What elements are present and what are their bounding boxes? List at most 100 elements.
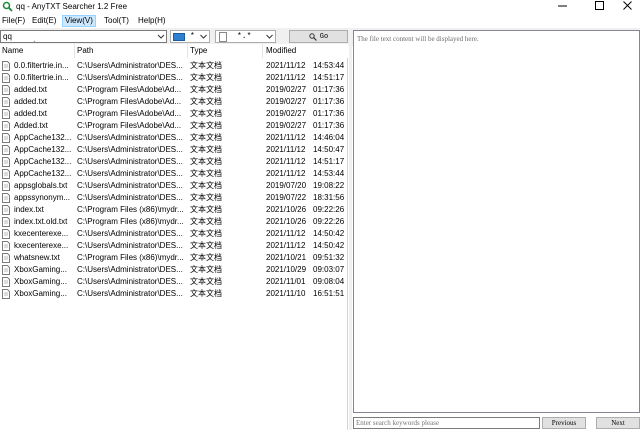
pane-splitter[interactable] <box>349 28 352 430</box>
cell-modified-time: 16:51:51 <box>313 289 345 298</box>
chevron-down-icon <box>266 33 273 40</box>
keyword-search-field[interactable] <box>353 417 540 429</box>
cell-name: 0.0.filtertrie.in... <box>14 73 69 82</box>
cell-type: 文本文档 <box>190 61 222 70</box>
drive-select[interactable]: * <box>170 30 210 43</box>
drive-select-value: * <box>190 32 195 41</box>
cell-path: C:\Program Files (x86)\mydr... <box>77 217 184 226</box>
column-divider[interactable] <box>187 44 188 58</box>
cell-type: 文本文档 <box>190 229 222 238</box>
cell-name: 0.0.filtertrie.in... <box>14 61 69 70</box>
menu-file[interactable]: File(F) <box>0 15 27 27</box>
column-divider[interactable] <box>262 44 263 58</box>
menu-help[interactable]: Help(H) <box>136 15 168 27</box>
table-row[interactable]: added.txt C:\Program Files\Adobe\Ad... 文本文… <box>0 108 348 120</box>
list-header: Name ^ Path Type Modified <box>0 41 348 58</box>
cell-modified-date: 2021/10/26 <box>266 205 307 214</box>
file-content-preview[interactable]: The file text content will be displayed … <box>353 30 640 413</box>
cell-type: 文本文档 <box>190 193 222 202</box>
cell-type: 文本文档 <box>190 109 222 118</box>
table-row[interactable]: 0.0.filtertrie.in... C:\Users\Administrat… <box>0 60 348 72</box>
table-row[interactable]: appssynonym... C:\Users\Administrator\DES… <box>0 192 348 204</box>
cell-modified-time: 01:17:36 <box>313 109 345 118</box>
cell-name: kxecenterexe... <box>14 229 69 238</box>
cell-name: index.txt <box>14 205 44 214</box>
keyword-search-input[interactable] <box>354 418 534 428</box>
close-button[interactable] <box>616 0 640 12</box>
go-button[interactable]: Go <box>289 30 348 43</box>
cell-name: kxecenterexe... <box>14 241 69 250</box>
cell-type: 文本文档 <box>190 73 222 82</box>
table-row[interactable]: AppCache132... C:\Users\Administrator\DES… <box>0 156 348 168</box>
column-header-path[interactable]: Path <box>77 46 93 56</box>
cell-name: index.txt.old.txt <box>14 217 68 226</box>
search-combobox[interactable] <box>0 30 167 43</box>
cell-modified: 2019/02/27 01:17:36 <box>266 120 348 132</box>
table-row[interactable]: kxecenterexe... C:\Users\Administrator\DE… <box>0 240 348 252</box>
cell-name: XboxGaming... <box>14 265 67 274</box>
table-row[interactable]: AppCache132... C:\Users\Administrator\DES… <box>0 144 348 156</box>
next-button[interactable]: Next <box>596 417 640 429</box>
title-bar: qq - AnyTXT Searcher 1.2 Free <box>0 0 640 13</box>
column-header-modified[interactable]: Modified <box>266 46 296 56</box>
minimize-button[interactable] <box>551 0 575 12</box>
cell-modified-time: 18:31:56 <box>313 193 345 202</box>
search-input[interactable] <box>1 31 151 42</box>
previous-button[interactable]: Previous <box>542 417 586 429</box>
file-icon <box>219 31 227 42</box>
column-header-type[interactable]: Type <box>190 46 207 56</box>
cell-modified-time: 19:08:22 <box>313 181 345 190</box>
cell-path: C:\Program Files (x86)\mydr... <box>77 253 184 262</box>
cell-modified-time: 09:03:07 <box>313 265 345 274</box>
table-row[interactable]: whatsnew.txt C:\Program Files (x86)\mydr.… <box>0 252 348 264</box>
table-row[interactable]: AppCache132... C:\Users\Administrator\DES… <box>0 132 348 144</box>
cell-modified-date: 2021/11/12 <box>266 145 306 154</box>
cell-name: added.txt <box>14 109 47 118</box>
results-list[interactable]: Name ^ Path Type Modified 0.0.filtertrie… <box>0 41 348 430</box>
cell-modified: 2021/11/01 09:08:04 <box>266 276 348 288</box>
cell-modified: 2019/02/27 01:17:36 <box>266 96 348 108</box>
cell-modified-date: 2019/07/20 <box>266 181 307 190</box>
chevron-down-icon <box>200 33 207 40</box>
cell-type: 文本文档 <box>190 253 222 262</box>
cell-modified: 2019/07/22 18:31:56 <box>266 192 348 204</box>
text-file-icon <box>2 241 10 251</box>
cell-modified: 2021/11/12 14:50:42 <box>266 240 348 252</box>
table-row[interactable]: added.txt C:\Program Files\Adobe\Ad... 文本文… <box>0 84 348 96</box>
cell-name: appsglobals.txt <box>14 181 68 190</box>
cell-modified-time: 09:51:32 <box>313 253 345 262</box>
menu-view[interactable]: View(V) <box>62 15 96 27</box>
cell-path: C:\Users\Administrator\DES... <box>77 181 183 190</box>
column-divider[interactable] <box>74 44 75 58</box>
cell-type: 文本文档 <box>190 85 222 94</box>
table-row[interactable]: 0.0.filtertrie.in... C:\Users\Administrat… <box>0 72 348 84</box>
table-row[interactable]: XboxGaming... C:\Users\Administrator\DES.… <box>0 264 348 276</box>
table-row[interactable]: AppCache132... C:\Users\Administrator\DES… <box>0 168 348 180</box>
maximize-button[interactable] <box>588 0 612 12</box>
drive-icon <box>173 32 185 41</box>
cell-modified: 2021/10/21 09:51:32 <box>266 252 348 264</box>
cell-modified-time: 09:22:26 <box>313 205 345 214</box>
app-search-icon <box>2 1 13 12</box>
column-header-name[interactable]: Name <box>2 46 23 56</box>
chevron-down-icon[interactable] <box>157 32 165 41</box>
table-row[interactable]: XboxGaming... C:\Users\Administrator\DES.… <box>0 288 348 300</box>
table-row[interactable]: Added.txt C:\Program Files\Adobe\Ad... 文本文… <box>0 120 348 132</box>
table-row[interactable]: index.txt C:\Program Files (x86)\mydr... 文… <box>0 204 348 216</box>
cell-type: 文本文档 <box>190 277 222 286</box>
table-row[interactable]: index.txt.old.txt C:\Program Files (x86)\… <box>0 216 348 228</box>
table-row[interactable]: appsglobals.txt C:\Users\Administrator\DE… <box>0 180 348 192</box>
cell-type: 文本文档 <box>190 181 222 190</box>
cell-modified: 2021/11/12 14:50:47 <box>266 144 348 156</box>
table-row[interactable]: kxecenterexe... C:\Users\Administrator\DE… <box>0 228 348 240</box>
cell-modified-date: 2019/02/27 <box>266 85 307 94</box>
cell-modified-date: 2021/11/12 <box>266 73 306 82</box>
cell-modified: 2021/10/26 09:22:26 <box>266 204 348 216</box>
menu-edit[interactable]: Edit(E) <box>30 15 58 27</box>
table-row[interactable]: XboxGaming... C:\Users\Administrator\DES.… <box>0 276 348 288</box>
cell-name: added.txt <box>14 85 47 94</box>
table-row[interactable]: added.txt C:\Program Files\Adobe\Ad... 文本文… <box>0 96 348 108</box>
menu-tool[interactable]: Tool(T) <box>102 15 131 27</box>
extension-select[interactable]: *.* <box>215 30 276 43</box>
cell-modified: 2019/02/27 01:17:36 <box>266 108 348 120</box>
